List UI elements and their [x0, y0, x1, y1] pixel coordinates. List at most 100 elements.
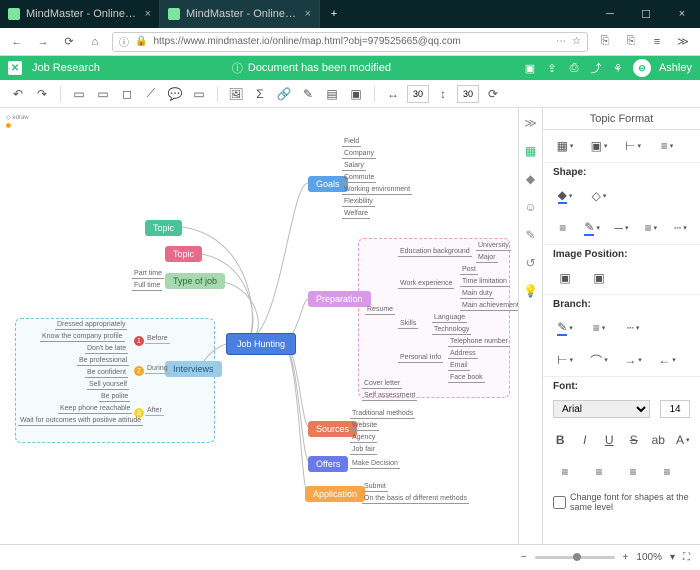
style-tab-icon[interactable]: ◆: [522, 170, 540, 188]
leaf[interactable]: Skills: [398, 320, 418, 329]
zoom-slider[interactable]: [535, 556, 615, 559]
leaf[interactable]: Agency: [350, 434, 377, 443]
italic-btn[interactable]: I: [578, 430, 593, 450]
leaf-during[interactable]: During: [145, 365, 170, 374]
leaf[interactable]: University: [476, 242, 511, 251]
align-left-btn[interactable]: ≡: [553, 462, 577, 482]
leaf[interactable]: Be polite: [99, 393, 130, 402]
bullets-btn[interactable]: ≡: [553, 218, 572, 238]
formula-icon[interactable]: Σ: [250, 84, 270, 104]
leaf-resume[interactable]: Resume: [365, 306, 395, 315]
align-right-btn[interactable]: ≡: [621, 462, 645, 482]
history-tab-icon[interactable]: ↺: [522, 254, 540, 272]
branch-arrow-btn[interactable]: →: [621, 350, 645, 370]
leaf[interactable]: Part time: [132, 270, 164, 279]
branch-start-btn[interactable]: ⊢: [553, 350, 577, 370]
structure-btn[interactable]: ▣: [587, 136, 611, 156]
node-topic1[interactable]: Topic: [145, 220, 182, 236]
save-icon[interactable]: ▣: [523, 61, 537, 75]
link-icon[interactable]: 🔗: [274, 84, 294, 104]
leaf[interactable]: Make Decision: [350, 460, 400, 469]
leaf[interactable]: Working environment: [342, 186, 412, 195]
node-typejob[interactable]: Type of job: [165, 273, 225, 289]
align-center-btn[interactable]: ≡: [587, 462, 611, 482]
attach-icon[interactable]: ✎: [298, 84, 318, 104]
maximize-button[interactable]: ☐: [628, 0, 664, 28]
leaf[interactable]: Time limitation: [460, 278, 509, 287]
line-weight-btn[interactable]: ≡: [641, 218, 660, 238]
leaf[interactable]: Traditional methods: [350, 410, 415, 419]
leaf-before[interactable]: Before: [145, 335, 170, 344]
minimize-button[interactable]: ─: [592, 0, 628, 28]
new-tab-button[interactable]: +: [320, 0, 348, 28]
undo-icon[interactable]: ↶: [8, 84, 28, 104]
leaf[interactable]: Language: [432, 314, 467, 323]
node-root[interactable]: Job Hunting: [226, 333, 296, 355]
leaf[interactable]: Major: [476, 254, 498, 263]
width-value[interactable]: 30: [407, 85, 429, 103]
comment-icon[interactable]: ▣: [346, 84, 366, 104]
share-icon[interactable]: ⤴: [589, 61, 603, 75]
branch-color-btn[interactable]: ✎: [553, 318, 577, 338]
note-icon[interactable]: ▤: [322, 84, 342, 104]
fill-btn[interactable]: ◆: [553, 186, 577, 206]
branch-style-btn[interactable]: ≡: [587, 318, 611, 338]
strike-btn[interactable]: S: [627, 430, 642, 450]
leaf[interactable]: Technology: [432, 326, 471, 335]
leaf[interactable]: On the basis of different methods: [362, 495, 469, 504]
subtopic-icon[interactable]: ▭: [93, 84, 113, 104]
leaf[interactable]: Keep phone reachable: [58, 405, 132, 414]
reload-icon[interactable]: ⟳: [60, 33, 78, 51]
tab-2[interactable]: MindMaster - Online Mind M×: [160, 0, 320, 28]
branch-end-btn[interactable]: ←: [655, 350, 679, 370]
leaf[interactable]: Full time: [132, 282, 162, 291]
back-icon[interactable]: ←: [8, 33, 26, 51]
node-interviews[interactable]: Interviews: [165, 361, 222, 377]
leaf[interactable]: Wait for outcomes with positive attitude: [18, 417, 143, 426]
format-tab-icon[interactable]: ▦: [522, 142, 540, 160]
refresh-layout-icon[interactable]: ⟳: [483, 84, 503, 104]
zoom-in-icon[interactable]: +: [623, 552, 629, 563]
user-avatar[interactable]: ⊖: [633, 59, 651, 77]
close-tab-icon[interactable]: ×: [145, 8, 151, 20]
leaf[interactable]: Self assessment: [362, 392, 417, 401]
height-value[interactable]: 30: [457, 85, 479, 103]
fullscreen-icon[interactable]: ⛶: [683, 552, 690, 563]
leaf[interactable]: Be professional: [77, 357, 129, 366]
topic-icon[interactable]: ▭: [69, 84, 89, 104]
leaf[interactable]: Salary: [342, 162, 366, 171]
bold-btn[interactable]: B: [553, 430, 568, 450]
relationship-icon[interactable]: ⟋: [141, 84, 161, 104]
leaf[interactable]: Main duty: [460, 290, 494, 299]
float-topic-icon[interactable]: ◻: [117, 84, 137, 104]
leaf[interactable]: Don't be late: [85, 345, 128, 354]
close-button[interactable]: ×: [664, 0, 700, 28]
sidebar-toggle-icon[interactable]: ⎘: [622, 33, 640, 51]
leaf[interactable]: Cover letter: [362, 380, 402, 389]
boundary-icon[interactable]: ▭: [189, 84, 209, 104]
smallcaps-btn[interactable]: ab: [651, 430, 666, 450]
img-left-btn[interactable]: ▣: [553, 268, 577, 288]
leaf[interactable]: Main achievement: [460, 302, 518, 311]
icons-tab-icon[interactable]: ☺: [522, 198, 540, 216]
canvas[interactable]: ◇ edraw Job Hunting Goals Topic Topic Ty…: [0, 108, 518, 544]
branch-dash-btn[interactable]: ┄: [621, 318, 645, 338]
leaf[interactable]: Be confident: [85, 369, 128, 378]
leaf[interactable]: Field: [342, 138, 361, 147]
leaf[interactable]: Flexibility: [342, 198, 375, 207]
dash-btn[interactable]: ┄: [671, 218, 690, 238]
collapse-panel-icon[interactable]: ≫: [522, 114, 540, 132]
zoom-dropdown-icon[interactable]: ▾: [670, 552, 675, 563]
node-application[interactable]: Application: [305, 486, 365, 502]
layout-btn[interactable]: ▦: [553, 136, 577, 156]
line-color-btn[interactable]: ✎: [582, 218, 601, 238]
zoom-out-icon[interactable]: −: [521, 552, 527, 563]
close-tab-icon[interactable]: ×: [305, 8, 311, 20]
height-icon[interactable]: ↕: [433, 84, 453, 104]
image-icon[interactable]: 🖼: [226, 84, 246, 104]
same-level-input[interactable]: [553, 496, 566, 509]
print-icon[interactable]: ⎙: [567, 61, 581, 75]
leaf[interactable]: Know the company profile: [40, 333, 125, 342]
more-icon[interactable]: ⋯: [556, 36, 566, 47]
overflow-icon[interactable]: ≫: [674, 33, 692, 51]
